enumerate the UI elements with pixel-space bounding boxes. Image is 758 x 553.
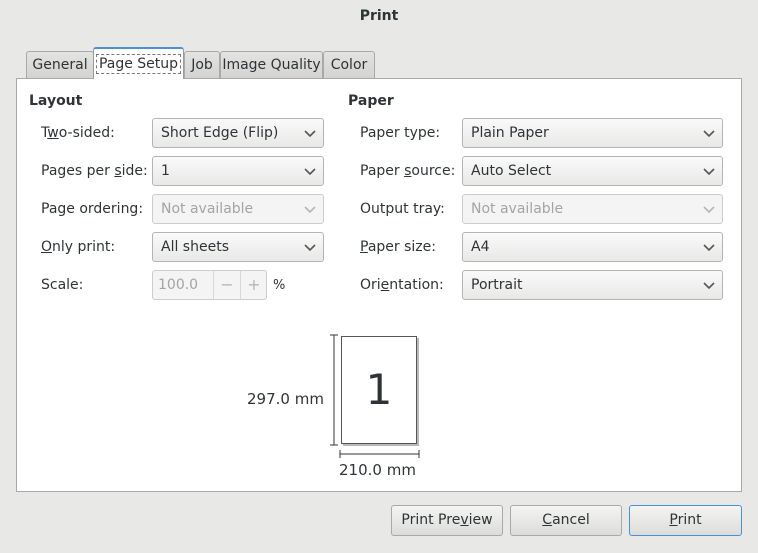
scale-unit: % [273,278,286,293]
chevron-down-icon [304,168,316,176]
scale-value: 100.0 [158,277,199,293]
output-tray-value: Not available [471,201,564,217]
paper-source-label: Paper source: [360,163,456,179]
orientation-combo[interactable]: Portrait [462,270,723,300]
paper-heading: Paper [348,93,394,109]
output-tray-combo: Not available [462,194,723,224]
paper-source-value: Auto Select [471,163,552,179]
page-ordering-combo: Not available [152,194,324,224]
chevron-down-icon [304,244,316,252]
height-dimension-line [330,334,338,446]
tab-page-setup[interactable]: Page Setup [93,47,184,79]
scale-spinbutton: 100.0 − + [152,270,267,300]
only-print-label: Only print: [41,239,116,255]
chevron-down-icon [304,130,316,138]
print-preview-button[interactable]: Print Preview [391,505,503,536]
tab-general[interactable]: General [26,51,94,78]
scale-increment-button: + [240,271,267,299]
pages-per-side-label: Pages per side: [41,163,148,179]
two-sided-label: Two-sided: [41,125,115,141]
pages-per-side-value: 1 [161,163,170,179]
only-print-combo[interactable]: All sheets [152,232,324,262]
tab-page-setup-label: Page Setup [95,54,182,74]
paper-size-combo[interactable]: A4 [462,232,723,262]
chevron-down-icon [304,206,316,214]
page-preview: 1 [341,336,417,444]
window-title: Print [359,8,399,24]
chevron-down-icon [703,206,715,214]
output-tray-label: Output tray: [360,201,445,217]
tab-color[interactable]: Color [323,51,375,78]
orientation-value: Portrait [471,277,523,293]
page-ordering-label: Page ordering: [41,201,144,217]
page-height-label: 297.0 mm [247,390,324,408]
chevron-down-icon [703,282,715,290]
tab-job[interactable]: Job [184,51,220,78]
orientation-label: Orientation: [360,277,444,293]
layout-heading: Layout [29,93,83,109]
paper-type-combo[interactable]: Plain Paper [462,118,723,148]
chevron-down-icon [703,168,715,176]
cancel-button[interactable]: Cancel [510,505,622,536]
width-dimension-line [339,450,420,458]
two-sided-combo[interactable]: Short Edge (Flip) [152,118,324,148]
tab-image-quality[interactable]: Image Quality [220,51,323,78]
paper-type-value: Plain Paper [471,125,549,141]
page-ordering-value: Not available [161,201,254,217]
paper-size-value: A4 [471,239,490,255]
pages-per-side-combo[interactable]: 1 [152,156,324,186]
scale-decrement-button: − [213,271,240,299]
print-button[interactable]: Print [629,505,742,536]
paper-type-label: Paper type: [360,125,441,141]
paper-size-label: Paper size: [360,239,436,255]
only-print-value: All sheets [161,239,229,255]
chevron-down-icon [703,244,715,252]
two-sided-value: Short Edge (Flip) [161,125,279,141]
scale-label: Scale: [41,277,84,293]
paper-source-combo[interactable]: Auto Select [462,156,723,186]
page-width-label: 210.0 mm [339,461,416,479]
chevron-down-icon [703,130,715,138]
